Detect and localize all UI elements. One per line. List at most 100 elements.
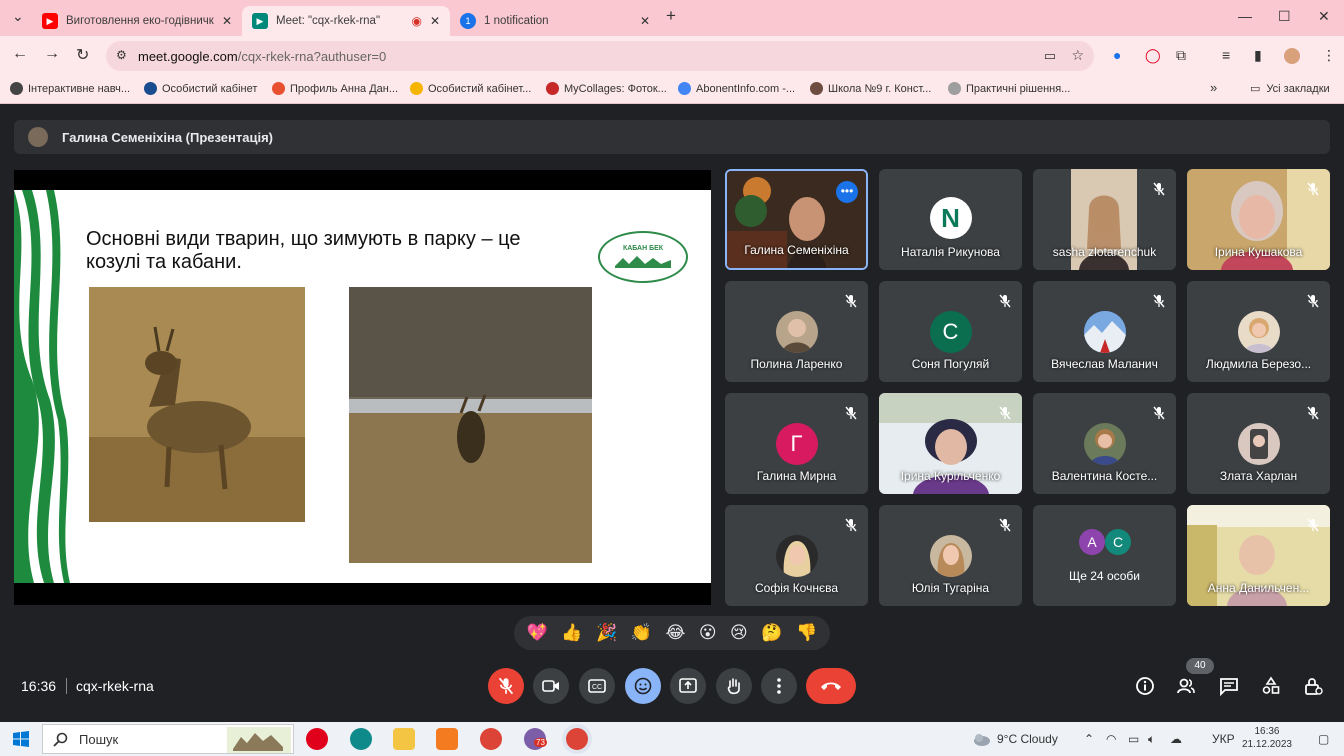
menu-icon[interactable]: ⋮ <box>1322 47 1336 64</box>
close-tab-icon[interactable]: ✕ <box>430 14 440 28</box>
windows-start-icon[interactable] <box>13 731 29 747</box>
participant-tile[interactable]: sasha zlotarenchuk <box>1033 169 1176 270</box>
reload-icon[interactable]: ↻ <box>76 45 89 65</box>
minimize-icon[interactable]: — <box>1238 8 1252 24</box>
reaction-heart[interactable]: 💖 <box>527 623 548 643</box>
emoji-button[interactable] <box>625 668 661 704</box>
site-info-icon[interactable]: ⚙ <box>116 48 127 62</box>
bookmark-item[interactable]: Практичні рішення... <box>948 82 1070 95</box>
present-button[interactable] <box>670 668 706 704</box>
bookmark-item[interactable]: MyCollages: Фоток... <box>546 82 667 95</box>
activities-icon[interactable] <box>1261 676 1281 696</box>
chrome-app-icon[interactable] <box>480 728 502 750</box>
participant-tile[interactable]: Вячеслав Маланич <box>1033 281 1176 382</box>
media-icon[interactable]: ≡ <box>1222 47 1230 63</box>
more-participants-avatar: С <box>1105 529 1131 555</box>
tab-search-icon[interactable]: ⌄ <box>12 8 24 25</box>
tab-youtube[interactable]: ▶ Виготовлення еко-годівничкі ✕ <box>32 6 242 36</box>
tab-notification[interactable]: 1 1 notification ✕ <box>450 6 660 36</box>
bookmark-item[interactable]: Особистий кабінет <box>144 82 257 95</box>
raise-hand-button[interactable] <box>716 668 752 704</box>
opera-app-icon[interactable] <box>306 728 328 750</box>
meeting-info-icon[interactable] <box>1135 676 1155 696</box>
language-indicator[interactable]: УКР <box>1212 732 1235 746</box>
participant-tile[interactable]: Валентина Косте... <box>1033 393 1176 494</box>
more-options-icon[interactable]: ••• <box>836 181 858 203</box>
puzzle-icon[interactable]: ⧉ <box>1176 47 1186 64</box>
reaction-sad[interactable]: 😢 <box>730 623 748 643</box>
bookmark-item[interactable]: Особистий кабінет... <box>410 82 531 95</box>
tab-meet[interactable]: ▶ Meet: "cqx-rkek-rna" ◉ ✕ <box>242 6 450 36</box>
participant-tile[interactable]: Софія Кочнєва <box>725 505 868 606</box>
bookmark-item[interactable]: AbonentInfo.com -... <box>678 82 795 95</box>
wifi-icon[interactable]: ◠ <box>1106 732 1116 746</box>
participant-tile[interactable]: Ірина Курільченко <box>879 393 1022 494</box>
camera-toggle-button[interactable] <box>533 668 569 704</box>
reaction-clap[interactable]: 👏 <box>631 623 652 643</box>
all-bookmarks[interactable]: ▭ Усі закладки <box>1250 82 1330 96</box>
participant-photo-avatar <box>1083 311 1126 353</box>
address-bar[interactable]: ⚙ meet.google.com/cqx-rkek-rna?authuser=… <box>106 41 1094 71</box>
back-icon[interactable]: ← <box>12 45 28 63</box>
bookmark-item[interactable]: Профиль Анна Дан... <box>272 82 398 95</box>
close-window-icon[interactable]: ✕ <box>1318 8 1330 25</box>
participant-tile[interactable]: Полина Ларенко <box>725 281 868 382</box>
participant-tile[interactable]: ••• Галина Семеніхіна <box>725 169 868 270</box>
chrome-active-app-icon[interactable] <box>566 728 588 750</box>
camera-icon[interactable]: ▭ <box>1044 48 1056 64</box>
chat-icon[interactable] <box>1219 676 1239 696</box>
more-bookmarks-icon[interactable]: » <box>1210 80 1217 95</box>
app-icon[interactable] <box>436 728 458 750</box>
participant-tile-more[interactable]: А С Ще 24 особи <box>1033 505 1176 606</box>
close-tab-icon[interactable]: ✕ <box>640 14 650 28</box>
extension-icon[interactable]: ● <box>1113 47 1121 63</box>
weather-text[interactable]: 9°C Cloudy <box>997 732 1058 746</box>
people-icon[interactable] <box>1176 676 1196 696</box>
close-tab-icon[interactable]: ✕ <box>222 14 232 28</box>
participant-tile[interactable]: Ірина Кушакова <box>1187 169 1330 270</box>
host-controls-icon[interactable] <box>1303 676 1323 696</box>
muted-mic-icon <box>845 294 857 308</box>
bookmark-item[interactable]: Школа №9 г. Конст... <box>810 82 931 95</box>
file-explorer-icon[interactable] <box>393 728 415 750</box>
meet-icon: ▶ <box>252 13 268 29</box>
captions-button[interactable]: CC <box>579 668 615 704</box>
edge-app-icon[interactable] <box>350 728 372 750</box>
reaction-thinking[interactable]: 🤔 <box>761 623 782 643</box>
bookmark-item[interactable]: Інтерактивне навч... <box>10 82 130 95</box>
mic-toggle-button[interactable] <box>488 668 524 704</box>
battery-icon[interactable]: ▭ <box>1128 732 1139 746</box>
more-options-button[interactable] <box>761 668 797 704</box>
participant-tile[interactable]: Г Галина Мирна <box>725 393 868 494</box>
participant-tile[interactable]: Людмила Березо... <box>1187 281 1330 382</box>
leave-call-button[interactable] <box>806 668 856 704</box>
participant-tile[interactable]: С Соня Погуляй <box>879 281 1022 382</box>
chevron-up-icon[interactable]: ⌃ <box>1084 732 1094 746</box>
muted-mic-icon <box>1307 406 1319 420</box>
profile-avatar[interactable] <box>1284 48 1300 64</box>
park-logo: КАБАН БЕК <box>598 231 688 283</box>
forward-icon[interactable]: → <box>44 45 60 63</box>
reaction-laugh[interactable]: 😂 <box>665 623 685 643</box>
new-tab-icon[interactable]: + <box>666 6 676 26</box>
participant-tile[interactable]: Юлія Тугаріна <box>879 505 1022 606</box>
reaction-surprised[interactable]: 😮 <box>699 623 717 643</box>
reaction-thumbs-down[interactable]: 👎 <box>796 623 817 643</box>
reaction-thumbs-up[interactable]: 👍 <box>561 623 582 643</box>
participant-tile[interactable]: N Наталія Рикунова <box>879 169 1022 270</box>
system-clock[interactable]: 16:36 21.12.2023 <box>1242 725 1292 751</box>
taskbar-search[interactable]: Пошук <box>42 724 294 754</box>
cloud-icon[interactable]: ☁ <box>1170 732 1182 746</box>
presentation-area[interactable]: Основні види тварин, що зимують в парку … <box>14 170 711 605</box>
reaction-party[interactable]: 🎉 <box>596 623 617 643</box>
participant-tile[interactable]: Злата Харлан <box>1187 393 1330 494</box>
participant-photo-avatar <box>775 535 818 577</box>
sidepanel-icon[interactable]: ▮ <box>1254 47 1262 64</box>
maximize-icon[interactable]: ☐ <box>1278 8 1291 25</box>
muted-mic-icon <box>1307 182 1319 196</box>
bookmark-star-icon[interactable]: ☆ <box>1071 47 1084 64</box>
opera-icon[interactable]: ◯ <box>1145 47 1161 64</box>
participant-tile[interactable]: Анна Данильчен... <box>1187 505 1330 606</box>
notifications-icon[interactable]: ▢ <box>1318 732 1329 746</box>
volume-icon[interactable]: 🔈︎ <box>1148 732 1155 747</box>
